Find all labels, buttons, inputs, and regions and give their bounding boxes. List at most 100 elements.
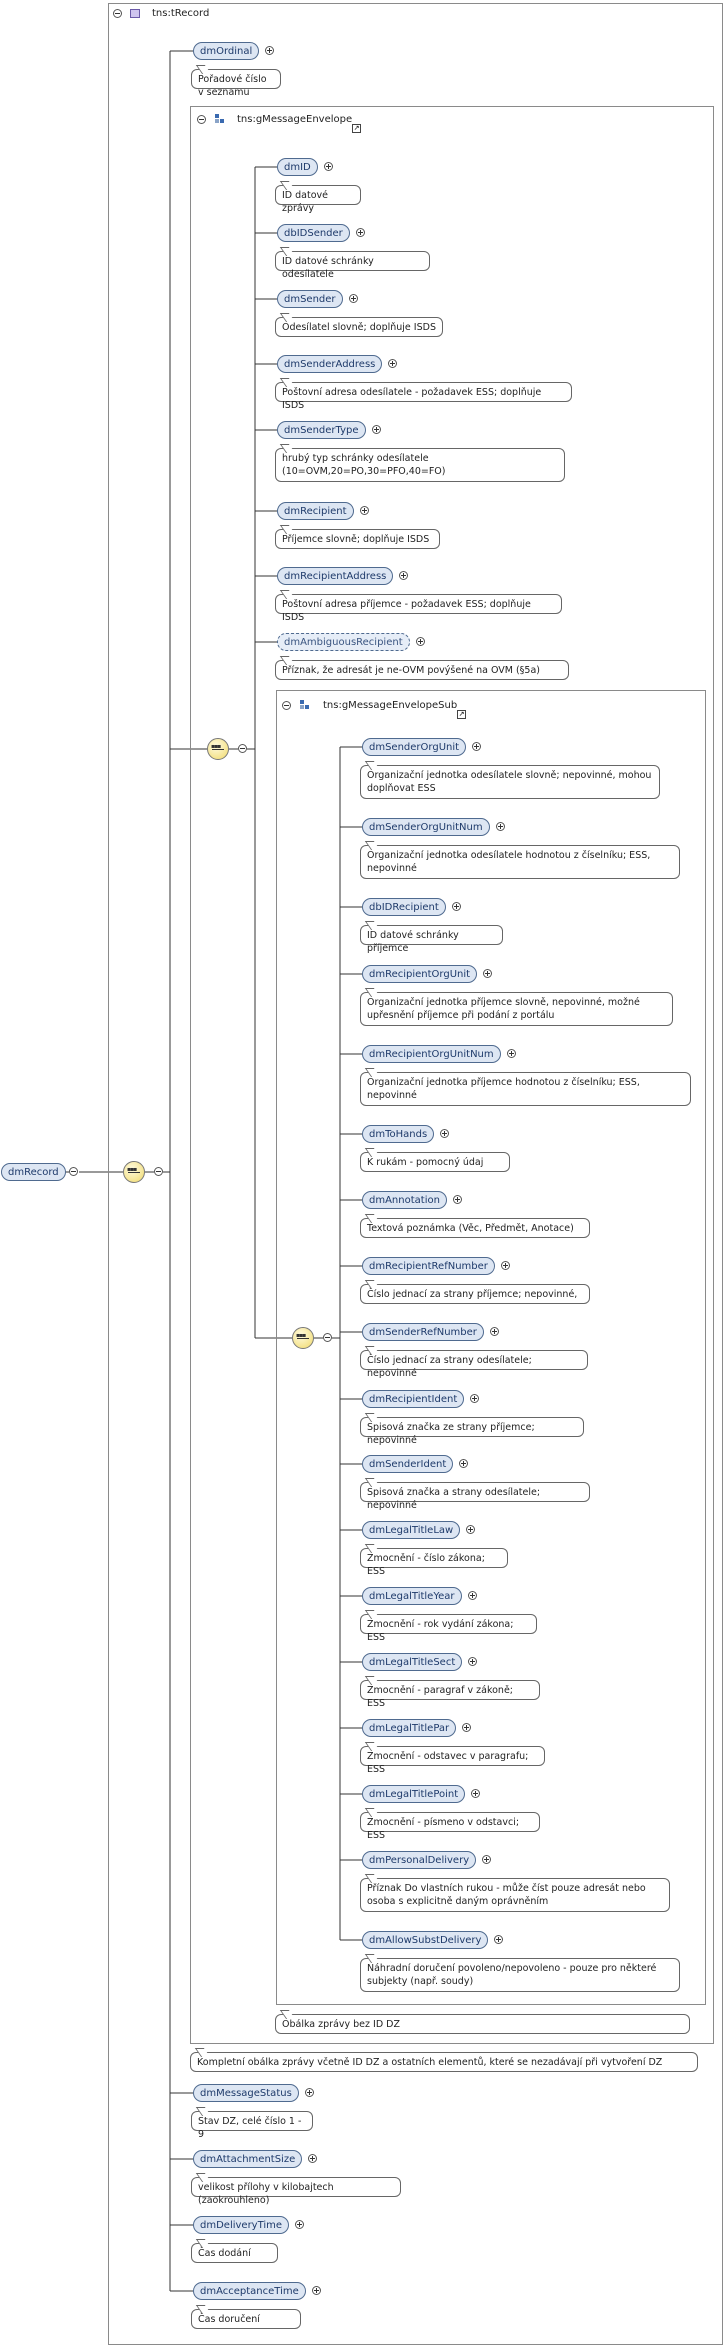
- element-dm-sender-org-unit[interactable]: dmSenderOrgUnit: [362, 738, 467, 756]
- element-doc: hrubý typ schránky odesílatele (10=OVM,2…: [275, 448, 565, 482]
- expand-icon[interactable]: [494, 1935, 503, 1944]
- element-dm-sender-address[interactable]: dmSenderAddress: [277, 355, 383, 373]
- element-dm-legal-title-sect[interactable]: dmLegalTitleSect: [362, 1653, 463, 1671]
- expand-icon[interactable]: [471, 1789, 480, 1798]
- expand-icon[interactable]: [308, 2154, 317, 2163]
- element-dm-attachment-size[interactable]: dmAttachmentSize: [193, 2150, 303, 2168]
- element-doc: Příznak Do vlastních rukou - může číst p…: [360, 1878, 670, 1912]
- schema-diagram: dmRecord tns:tRecord tns:gMessageEnvelop…: [0, 0, 724, 2347]
- complex-type-icon: [130, 9, 140, 18]
- element-dm-annotation[interactable]: dmAnnotation: [362, 1191, 447, 1209]
- expand-icon[interactable]: [453, 1195, 462, 1204]
- element-doc: ID datové zprávy: [275, 185, 361, 214]
- expand-icon[interactable]: [459, 1459, 468, 1468]
- element-doc: Příznak, že adresát je ne-OVM povýšené n…: [275, 660, 569, 680]
- expand-icon[interactable]: [468, 1657, 477, 1666]
- element-doc: velikost přílohy v kilobajtech (zaokrouh…: [191, 2177, 401, 2206]
- envelope-sub-title: tns:gMessageEnvelopeSub: [323, 700, 458, 711]
- expand-icon[interactable]: [388, 359, 397, 368]
- element-dm-recipient-address[interactable]: dmRecipientAddress: [277, 567, 394, 585]
- element-doc: Zmocnění - odstavec v paragrafu; ESS: [360, 1746, 545, 1775]
- element-dm-recipient-org-unit-num[interactable]: dmRecipientOrgUnitNum: [362, 1045, 501, 1063]
- element-doc: Spisová značka ze strany příjemce; nepov…: [360, 1417, 584, 1446]
- envelope-sub-collapse-icon[interactable]: [282, 701, 291, 710]
- expand-icon[interactable]: [507, 1049, 516, 1058]
- element-doc: Poštovní adresa odesílatele - požadavek …: [275, 382, 572, 411]
- element-doc: Příjemce slovně; doplňuje ISDS: [275, 529, 440, 549]
- element-dm-sender-type[interactable]: dmSenderType: [277, 421, 366, 439]
- expand-icon[interactable]: [490, 1327, 499, 1336]
- group-icon: [300, 700, 310, 710]
- expand-icon[interactable]: [372, 425, 381, 434]
- element-doc: ID datové schránky odesílatele: [275, 251, 430, 280]
- expand-icon[interactable]: [399, 571, 408, 580]
- group-icon: [215, 114, 225, 124]
- element-dm-legal-title-law[interactable]: dmLegalTitleLaw: [362, 1521, 461, 1539]
- element-doc: Stav DZ, celé číslo 1 - 9: [191, 2111, 313, 2140]
- expand-icon[interactable]: [295, 2220, 304, 2229]
- expand-icon[interactable]: [483, 969, 492, 978]
- element-dm-sender-org-unit-num[interactable]: dmSenderOrgUnitNum: [362, 818, 490, 836]
- expand-icon[interactable]: [360, 506, 369, 515]
- trecord-collapse-icon[interactable]: [113, 9, 122, 18]
- expand-icon[interactable]: [468, 1591, 477, 1600]
- element-doc: Náhradní doručení povoleno/nepovoleno - …: [360, 1958, 680, 1992]
- element-doc: Čas doručení: [191, 2309, 301, 2329]
- element-doc: Číslo jednací za strany odesílatele; nep…: [360, 1350, 588, 1379]
- element-doc: Organizační jednotka odesílatele slovně;…: [360, 765, 660, 799]
- expand-icon[interactable]: [470, 1394, 479, 1403]
- element-dm-allow-subst-delivery[interactable]: dmAllowSubstDelivery: [362, 1931, 489, 1949]
- element-doc: Zmocnění - rok vydání zákona; ESS: [360, 1614, 537, 1643]
- element-dm-legal-title-year[interactable]: dmLegalTitleYear: [362, 1587, 462, 1605]
- expand-icon[interactable]: [501, 1261, 510, 1270]
- element-dm-sender-ident[interactable]: dmSenderIdent: [362, 1455, 454, 1473]
- element-db-i-d-recipient[interactable]: dbIDRecipient: [362, 898, 446, 916]
- element-dm-legal-title-par[interactable]: dmLegalTitlePar: [362, 1719, 457, 1737]
- element-doc: Poštovní adresa příjemce - požadavek ESS…: [275, 594, 562, 623]
- expand-icon[interactable]: [462, 1723, 471, 1732]
- element-dm-recipient-ident[interactable]: dmRecipientIdent: [362, 1390, 465, 1408]
- element-doc: Zmocnění - číslo zákona; ESS: [360, 1548, 508, 1577]
- expand-icon[interactable]: [305, 2088, 314, 2097]
- expand-icon[interactable]: [324, 162, 333, 171]
- expand-icon[interactable]: [496, 822, 505, 831]
- element-dm-acceptance-time[interactable]: dmAcceptanceTime: [193, 2282, 306, 2300]
- element-doc: K rukám - pomocný údaj: [360, 1152, 510, 1172]
- expand-icon[interactable]: [312, 2286, 321, 2295]
- expand-icon[interactable]: [482, 1855, 491, 1864]
- expand-icon[interactable]: [466, 1525, 475, 1534]
- element-dm-ordinal[interactable]: dmOrdinal: [193, 42, 260, 60]
- expand-icon[interactable]: [472, 742, 481, 751]
- element-dm-sender-ref-number[interactable]: dmSenderRefNumber: [362, 1323, 484, 1341]
- expand-icon[interactable]: [452, 902, 461, 911]
- element-dm-i-d[interactable]: dmID: [277, 158, 318, 176]
- element-db-i-d-sender[interactable]: dbIDSender: [277, 224, 350, 242]
- trecord-title: tns:tRecord: [152, 8, 210, 19]
- element-doc: Organizační jednotka příjemce slovně, ne…: [360, 992, 673, 1026]
- element-dm-recipient[interactable]: dmRecipient: [277, 502, 354, 520]
- element-dm-to-hands[interactable]: dmToHands: [362, 1125, 435, 1143]
- element-doc: Zmocnění - paragraf v zákoně; ESS: [360, 1680, 540, 1709]
- element-dm-recipient-org-unit[interactable]: dmRecipientOrgUnit: [362, 965, 478, 983]
- root-collapse-icon[interactable]: [69, 1167, 78, 1176]
- expand-icon[interactable]: [349, 294, 358, 303]
- expand-icon[interactable]: [356, 228, 365, 237]
- element-doc: Organizační jednotka odesílatele hodnoto…: [360, 845, 680, 879]
- envelope-collapse-icon[interactable]: [197, 115, 206, 124]
- element-dm-personal-delivery[interactable]: dmPersonalDelivery: [362, 1851, 477, 1869]
- element-dm-ambiguous-recipient[interactable]: dmAmbiguousRecipient: [277, 633, 410, 651]
- root-element[interactable]: dmRecord: [1, 1163, 66, 1181]
- expand-icon[interactable]: [416, 637, 425, 646]
- element-doc: Textová poznámka (Věc, Předmět, Anotace): [360, 1218, 590, 1238]
- element-dm-message-status[interactable]: dmMessageStatus: [193, 2084, 299, 2102]
- envelope-link-icon[interactable]: ↗: [352, 124, 361, 133]
- element-dm-sender[interactable]: dmSender: [277, 290, 343, 308]
- envelope-group-doc: Kompletní obálka zprávy včetně ID DZ a o…: [190, 2052, 698, 2072]
- element-dm-delivery-time[interactable]: dmDeliveryTime: [193, 2216, 290, 2234]
- element-dm-recipient-ref-number[interactable]: dmRecipientRefNumber: [362, 1257, 495, 1275]
- expand-icon[interactable]: [265, 46, 274, 55]
- envelope-sub-link-icon[interactable]: ↗: [457, 710, 466, 719]
- element-doc: Odesílatel slovně; doplňuje ISDS: [275, 317, 443, 337]
- expand-icon[interactable]: [440, 1129, 449, 1138]
- element-dm-legal-title-point[interactable]: dmLegalTitlePoint: [362, 1785, 466, 1803]
